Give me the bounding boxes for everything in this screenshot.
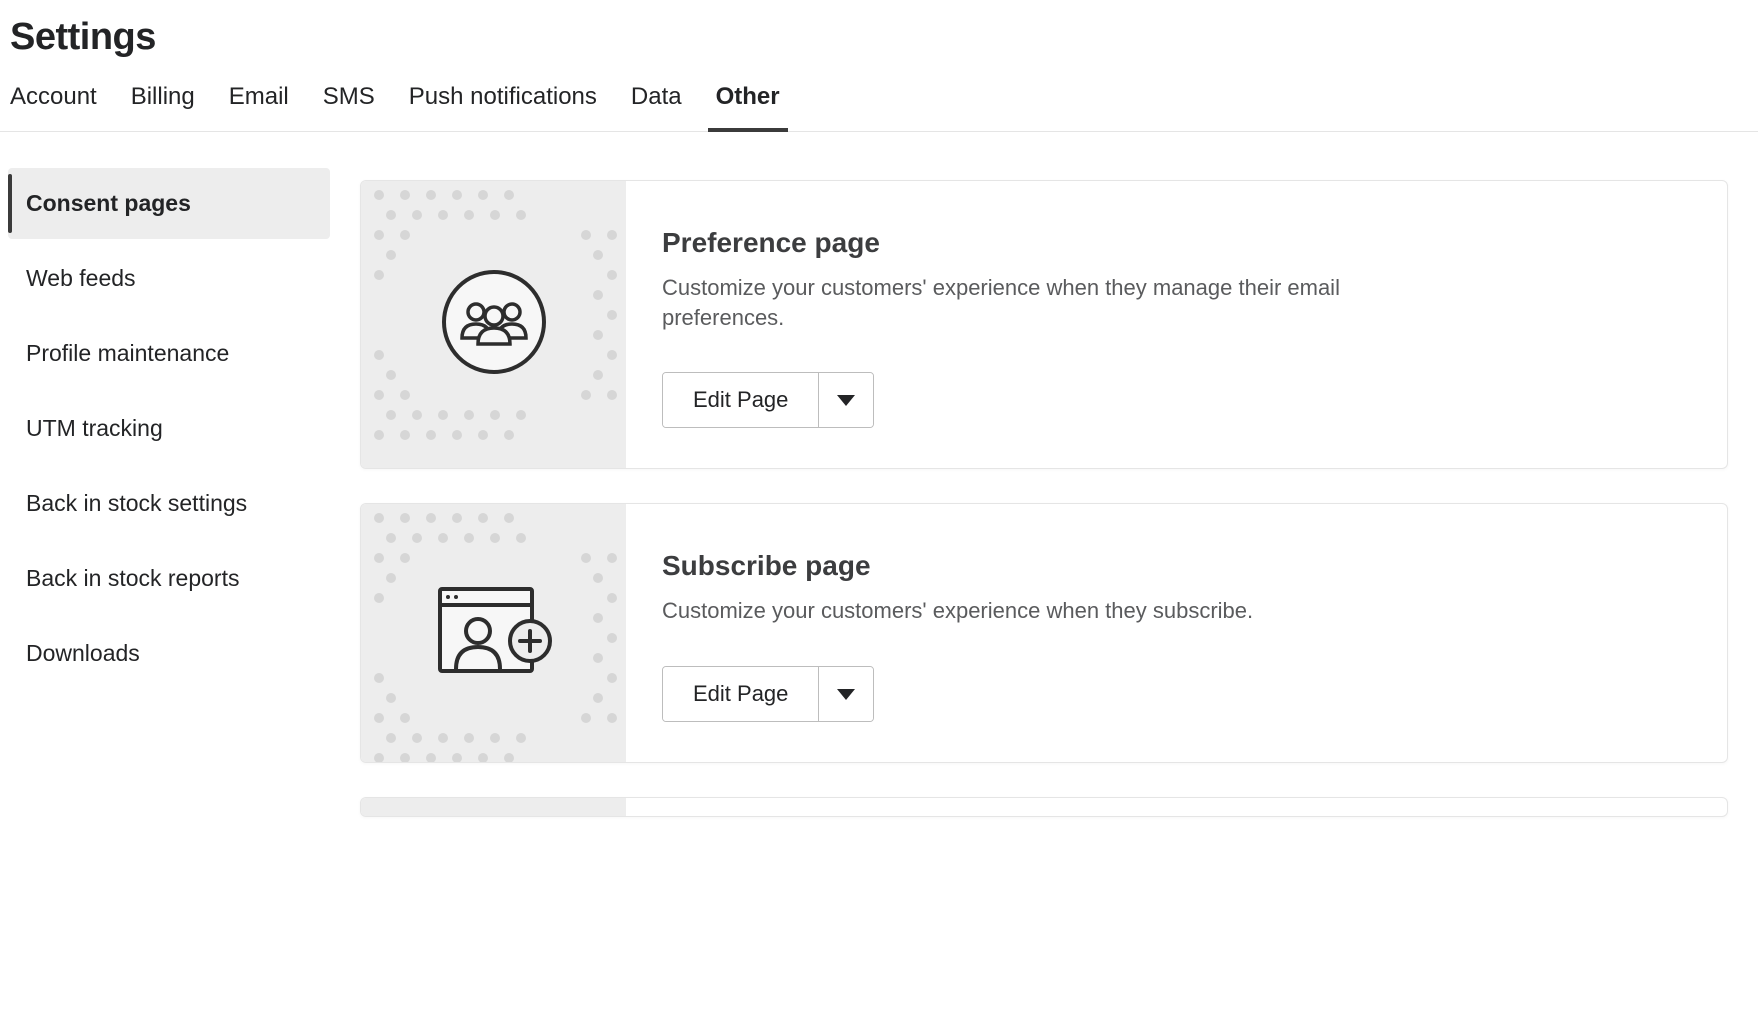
card-illustration	[361, 181, 626, 468]
edit-page-split-button: Edit Page	[662, 372, 874, 428]
card-peek	[360, 797, 1728, 817]
card-preference-page: Preference page Customize your customers…	[360, 180, 1728, 469]
card-illustration	[361, 504, 626, 762]
edit-page-dropdown-button[interactable]	[818, 373, 873, 427]
card-subscribe-page: Subscribe page Customize your customers'…	[360, 503, 1728, 763]
sidebar-item-back-in-stock-reports[interactable]: Back in stock reports	[8, 543, 330, 614]
tabs-nav: Account Billing Email SMS Push notificat…	[0, 59, 1758, 132]
sidebar-item-consent-pages[interactable]: Consent pages	[8, 168, 330, 239]
tab-other[interactable]: Other	[716, 83, 780, 131]
edit-page-dropdown-button[interactable]	[818, 667, 873, 721]
sidebar-item-profile-maintenance[interactable]: Profile maintenance	[8, 318, 330, 389]
sidebar-item-back-in-stock-settings[interactable]: Back in stock settings	[8, 468, 330, 539]
tab-email[interactable]: Email	[229, 83, 289, 131]
card-title: Subscribe page	[662, 550, 1687, 582]
tab-push-notifications[interactable]: Push notifications	[409, 83, 597, 131]
edit-page-button[interactable]: Edit Page	[663, 667, 818, 721]
sidebar-item-web-feeds[interactable]: Web feeds	[8, 243, 330, 314]
card-illustration	[361, 798, 626, 816]
page-title: Settings	[0, 0, 1758, 59]
tab-data[interactable]: Data	[631, 83, 682, 131]
tab-sms[interactable]: SMS	[323, 83, 375, 131]
main-content: Preference page Customize your customers…	[330, 168, 1758, 817]
card-description: Customize your customers' experience whe…	[662, 596, 1362, 626]
caret-down-icon	[837, 395, 855, 406]
card-title: Preference page	[662, 227, 1687, 259]
tab-billing[interactable]: Billing	[131, 83, 195, 131]
edit-page-button[interactable]: Edit Page	[663, 373, 818, 427]
sidebar: Consent pages Web feeds Profile maintena…	[0, 168, 330, 817]
edit-page-split-button: Edit Page	[662, 666, 874, 722]
sidebar-item-utm-tracking[interactable]: UTM tracking	[8, 393, 330, 464]
caret-down-icon	[837, 689, 855, 700]
card-description: Customize your customers' experience whe…	[662, 273, 1362, 332]
sidebar-item-downloads[interactable]: Downloads	[8, 618, 330, 689]
tab-account[interactable]: Account	[10, 83, 97, 131]
